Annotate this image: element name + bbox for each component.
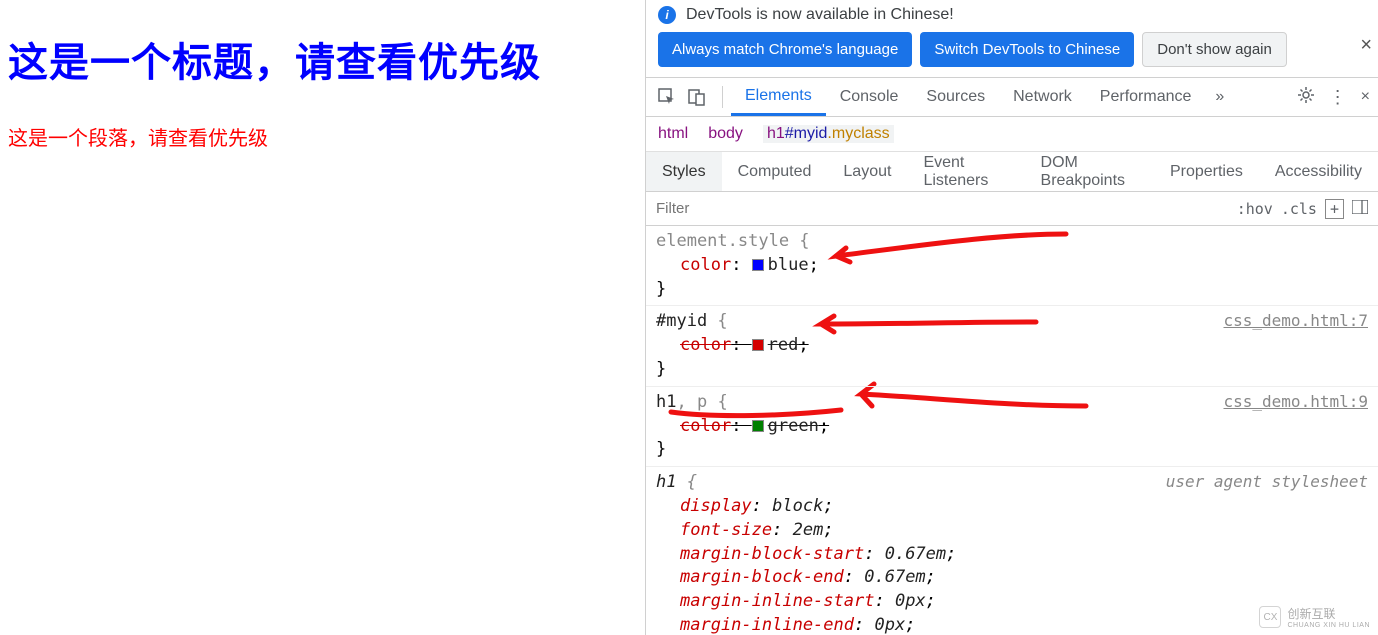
close-devtools-icon[interactable]: ×: [1361, 88, 1370, 106]
close-icon[interactable]: ×: [1360, 34, 1372, 57]
styles-filter-row: :hov .cls +: [646, 192, 1378, 226]
subtab-computed[interactable]: Computed: [722, 152, 828, 191]
watermark: CX 创新互联 CHUANG XIN HU LIAN: [1259, 605, 1370, 629]
settings-gear-icon[interactable]: [1297, 86, 1315, 109]
cls-toggle[interactable]: .cls: [1281, 200, 1317, 218]
dom-breadcrumb: html body h1#myid.myclass: [646, 117, 1378, 152]
source-link[interactable]: css_demo.html:7: [1224, 310, 1369, 332]
subtab-dom-breakpoints[interactable]: DOM Breakpoints: [1025, 152, 1154, 191]
banner-message: DevTools is now available in Chinese!: [686, 6, 954, 24]
new-rule-icon[interactable]: +: [1325, 199, 1344, 219]
switch-devtools-button[interactable]: Switch DevTools to Chinese: [920, 32, 1134, 67]
toolbar-divider: [722, 86, 723, 108]
more-tabs-icon[interactable]: »: [1205, 88, 1234, 106]
crumb-h1[interactable]: h1#myid.myclass: [763, 125, 894, 143]
computed-sidebar-icon[interactable]: [1352, 200, 1368, 218]
info-icon: i: [658, 6, 676, 24]
devtools-panel: i DevTools is now available in Chinese! …: [645, 0, 1378, 635]
css-rule[interactable]: css_demo.html:9h1, p {color: green;}: [646, 387, 1378, 467]
styles-subtabs: StylesComputedLayoutEvent ListenersDOM B…: [646, 152, 1378, 192]
subtab-accessibility[interactable]: Accessibility: [1259, 152, 1378, 191]
source-link[interactable]: css_demo.html:9: [1224, 391, 1369, 413]
subtab-properties[interactable]: Properties: [1154, 152, 1259, 191]
match-language-button[interactable]: Always match Chrome's language: [658, 32, 912, 67]
watermark-logo-icon: CX: [1259, 606, 1281, 628]
inspect-icon[interactable]: [654, 84, 680, 110]
crumb-body[interactable]: body: [708, 125, 743, 143]
css-rule[interactable]: element.style {color: blue;}: [646, 226, 1378, 306]
tab-elements[interactable]: Elements: [731, 78, 826, 116]
dont-show-again-button[interactable]: Don't show again: [1142, 32, 1287, 67]
subtab-styles[interactable]: Styles: [646, 152, 722, 191]
main-toolbar: ElementsConsoleSourcesNetworkPerformance…: [646, 77, 1378, 117]
styles-filter-input[interactable]: [646, 192, 1237, 225]
rendered-page: 这是一个标题，请查看优先级 这是一个段落，请查看优先级: [0, 0, 645, 635]
tab-network[interactable]: Network: [999, 78, 1086, 116]
subtab-event-listeners[interactable]: Event Listeners: [907, 152, 1024, 191]
page-heading: 这是一个标题，请查看优先级: [8, 30, 637, 88]
styles-body: element.style {color: blue;}css_demo.htm…: [646, 226, 1378, 635]
tab-performance[interactable]: Performance: [1086, 78, 1206, 116]
tab-sources[interactable]: Sources: [912, 78, 999, 116]
source-link[interactable]: user agent stylesheet: [1166, 471, 1368, 493]
hov-toggle[interactable]: :hov: [1237, 200, 1273, 218]
language-banner: i DevTools is now available in Chinese! …: [646, 0, 1378, 77]
page-paragraph: 这是一个段落，请查看优先级: [8, 122, 637, 151]
crumb-html[interactable]: html: [658, 125, 688, 143]
subtab-layout[interactable]: Layout: [827, 152, 907, 191]
tab-console[interactable]: Console: [826, 78, 913, 116]
device-toggle-icon[interactable]: [684, 84, 710, 110]
kebab-menu-icon[interactable]: ⋮: [1329, 87, 1347, 108]
css-rule[interactable]: css_demo.html:7#myid {color: red;}: [646, 306, 1378, 386]
